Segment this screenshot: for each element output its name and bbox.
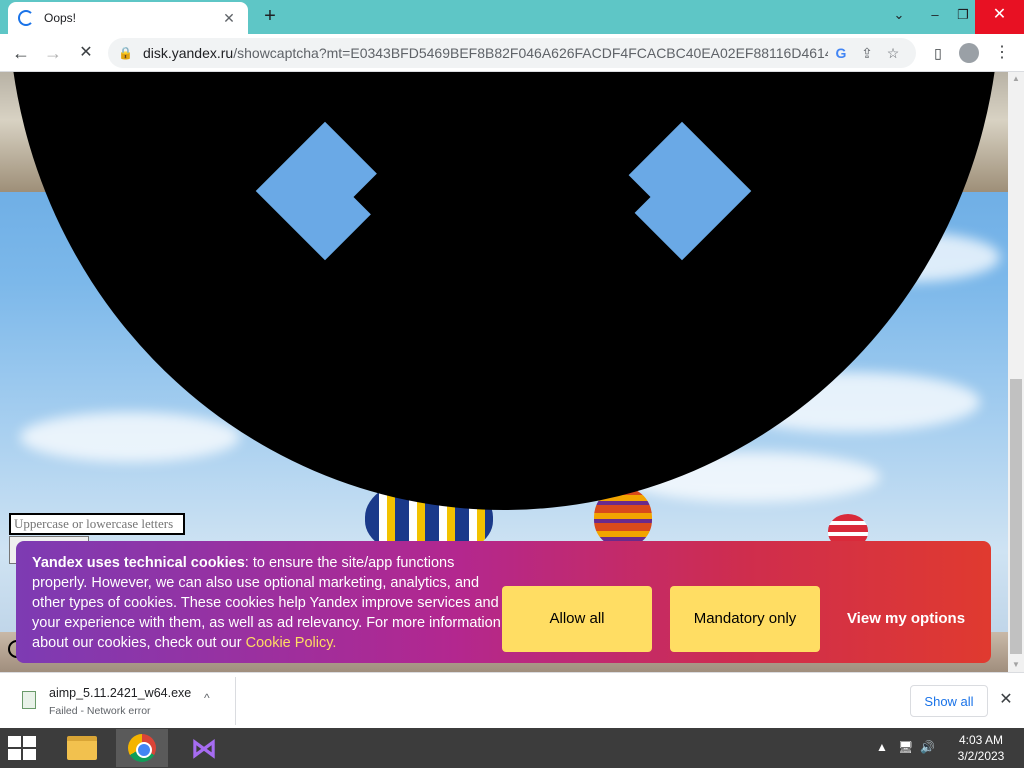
page-scrollbar[interactable]: ▲ ▼ (1008, 72, 1024, 672)
visual-studio-icon: ⋈ (191, 733, 217, 763)
tab-active[interactable]: Oops! ✕ (8, 2, 248, 34)
avatar-icon (959, 43, 979, 63)
tab-close-icon[interactable]: ✕ (220, 10, 238, 27)
captcha-input[interactable] (9, 513, 185, 535)
tab-search-button[interactable]: ⌄ (882, 0, 916, 34)
google-translate-icon[interactable]: G (828, 45, 854, 61)
chrome-icon (128, 734, 156, 762)
windows-logo-icon (23, 749, 36, 760)
windows-logo-icon (23, 736, 36, 747)
url-path: /showcaptcha?mt=E0343BFD5469BEF8B82F046A… (233, 45, 828, 61)
folder-icon (67, 736, 97, 760)
back-button[interactable]: ← (8, 40, 34, 66)
url-host: disk.yandex.ru (142, 45, 234, 61)
cookie-policy-link[interactable]: Cookie Policy (246, 635, 333, 651)
download-file-name: aimp_5.11.2421_w64.exe (49, 686, 192, 700)
file-explorer-taskbar-button[interactable] (56, 729, 108, 767)
background-cloud (20, 412, 240, 462)
volume-icon[interactable]: 🔊 (920, 740, 935, 754)
cookie-policy-period: . (332, 635, 337, 651)
forward-button[interactable]: → (40, 40, 66, 66)
bookmark-star-icon[interactable]: ☆ (880, 45, 906, 62)
close-download-bar-icon[interactable]: ✕ (996, 689, 1016, 711)
lock-icon[interactable]: 🔒 (118, 46, 133, 60)
new-tab-button[interactable]: + (258, 5, 282, 29)
address-bar[interactable]: 🔒 disk.yandex.ru/showcaptcha?mt=E0343BFD… (108, 38, 916, 68)
windows-logo-icon (8, 736, 21, 747)
clock-date: 3/2/2023 (957, 749, 1005, 763)
browser-menu-icon[interactable]: ⋮ (990, 42, 1014, 66)
tab-strip: Oops! ✕ + ⌄ – ❐ ✕ (0, 0, 1024, 34)
scroll-thumb[interactable] (1010, 379, 1022, 654)
cookie-message: Yandex uses technical cookies: to ensure… (32, 553, 502, 653)
page-viewport: Yandex uses technical cookies: to ensure… (0, 72, 1008, 672)
share-icon[interactable]: ⇪ (854, 45, 880, 62)
network-icon[interactable]: 🖥 (898, 740, 913, 754)
scroll-down-arrow[interactable]: ▼ (1008, 658, 1024, 672)
cookie-banner: Yandex uses technical cookies: to ensure… (16, 541, 991, 663)
scroll-up-arrow[interactable]: ▲ (1008, 72, 1024, 86)
chrome-taskbar-button[interactable] (116, 729, 168, 767)
system-clock[interactable]: 4:03 AM 3/2/2023 (950, 732, 1012, 764)
stop-loading-button[interactable]: ✕ (73, 40, 99, 66)
windows-taskbar: ⋈ ▲ 🖥 🔊 4:03 AM 3/2/2023 (0, 728, 1024, 768)
download-status: Failed - Network error (49, 705, 151, 717)
loading-spinner-icon (18, 10, 34, 26)
download-options-chevron-icon[interactable]: ^ (204, 691, 210, 705)
browser-toolbar: ← → ✕ 🔒 disk.yandex.ru/showcaptcha?mt=E0… (0, 34, 1024, 72)
download-item[interactable]: aimp_5.11.2421_w64.exe Failed - Network … (8, 677, 236, 725)
close-window-button[interactable]: ✕ (975, 0, 1024, 34)
visual-studio-taskbar-button[interactable]: ⋈ (178, 729, 230, 767)
allow-all-button[interactable]: Allow all (502, 586, 652, 652)
file-icon (22, 691, 36, 709)
clock-time: 4:03 AM (958, 733, 1004, 747)
url-text[interactable]: disk.yandex.ru/showcaptcha?mt=E0343BFD54… (143, 45, 828, 61)
windows-logo-icon (8, 749, 21, 760)
profile-avatar[interactable] (957, 42, 981, 66)
start-button[interactable] (8, 736, 38, 762)
view-my-options-button[interactable]: View my options (836, 586, 976, 652)
tab-title: Oops! (44, 11, 77, 25)
tray-overflow-icon[interactable]: ▲ (876, 740, 888, 754)
download-bar: aimp_5.11.2421_w64.exe Failed - Network … (0, 672, 1024, 728)
mandatory-only-button[interactable]: Mandatory only (670, 586, 820, 652)
cookie-message-bold: Yandex uses technical cookies (32, 555, 245, 571)
side-panel-icon[interactable]: ▯ (926, 42, 950, 66)
show-all-downloads-button[interactable]: Show all (910, 685, 988, 717)
